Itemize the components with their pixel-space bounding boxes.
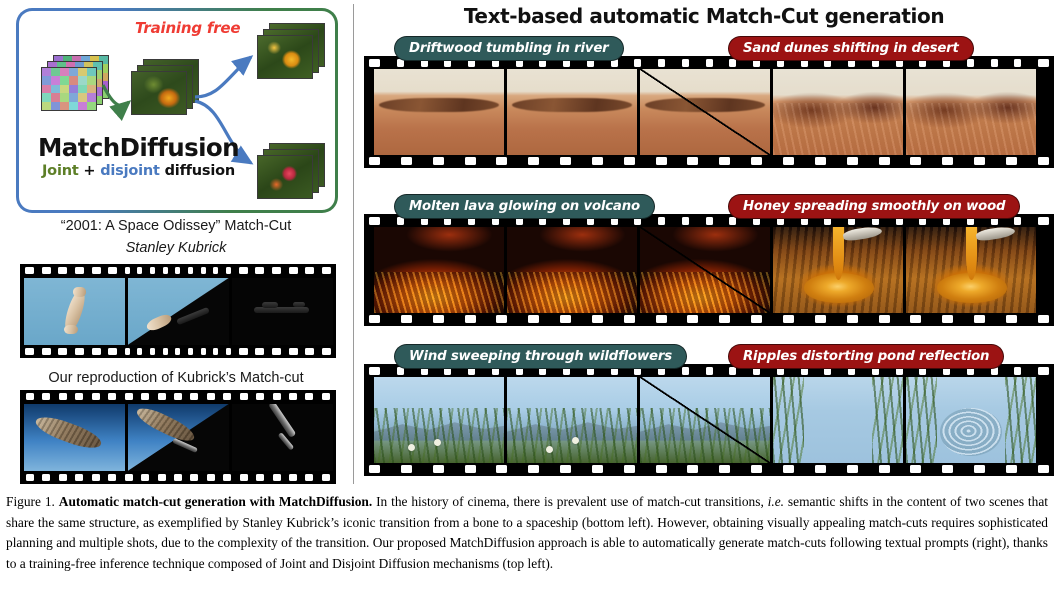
reproduction-label: Our reproduction of Kubrick’s Match-cut: [48, 370, 304, 386]
perf-bottom-r3: [364, 465, 1054, 473]
frame-r1-c2: [507, 69, 637, 155]
bone-knob-bottom: [64, 324, 78, 335]
frame-r2-c1: [374, 227, 504, 313]
plus-sign: +: [78, 163, 101, 179]
filmstrip-row-2: [364, 214, 1054, 326]
method-overview-box: Training free MatchDiffusion Joint + dis…: [16, 8, 338, 213]
prompt-pill-left-2: Molten lava glowing on volcano: [394, 194, 655, 219]
frame-r3-c4: [773, 377, 903, 463]
frame-r2-c3-transition: [640, 227, 770, 313]
figure-caption: Figure 1. Automatic match-cut generation…: [6, 492, 1048, 574]
frame-r1-c5: [906, 69, 1036, 155]
prompt-pill-left-1: Driftwood tumbling in river: [394, 36, 624, 61]
brand-name: MatchDiffusion: [38, 133, 240, 162]
frame-r2-c4: [773, 227, 903, 313]
frames-row-1: [374, 69, 1036, 155]
caption-figure-number: Figure 1.: [6, 494, 55, 509]
perf-bottom-r2: [364, 315, 1054, 323]
prompt-pill-right-1: Sand dunes shifting in desert: [728, 36, 974, 61]
match-cut-row-3: Wind sweeping through wildflowers Ripple…: [364, 344, 1054, 484]
reproduction-filmstrip: [20, 390, 336, 484]
spaceship-shape: [254, 307, 309, 313]
kubrick-title: “2001: A Space Odissey” Match-Cut: [60, 218, 292, 234]
frame-r3-c5: [906, 377, 1036, 463]
filmstrip-row-3: [364, 364, 1054, 476]
spaceship-fin: [262, 302, 279, 309]
output-video-stack-top: [257, 23, 327, 83]
diffusion-word: diffusion: [159, 163, 236, 179]
perf-bottom-r1: [364, 157, 1054, 165]
brand-subtitle: Joint + disjoint diffusion: [31, 163, 246, 179]
figure-area: Training free MatchDiffusion Joint + dis…: [0, 0, 1054, 488]
frame-log: [24, 404, 125, 471]
disjoint-word: disjoint: [100, 163, 160, 179]
prompt-pill-right-2: Honey spreading smoothly on wood: [728, 194, 1021, 219]
frames-row-2: [374, 227, 1036, 313]
caption-italic-ie: i.e.: [767, 494, 785, 509]
noise-grid-front: [42, 68, 96, 110]
method-overview-inner: Training free MatchDiffusion Joint + dis…: [19, 11, 335, 210]
training-free-label: Training free: [135, 19, 241, 37]
joint-word: Joint: [41, 163, 79, 179]
frame-r1-c1: [374, 69, 504, 155]
kubrick-filmstrip: [20, 264, 336, 358]
perforations-bottom-2: [20, 474, 336, 481]
frame-r1-c3-transition: [640, 69, 770, 155]
frame-r2-c5: [906, 227, 1036, 313]
frame-bone: [24, 278, 125, 345]
frame-log-transition: [128, 404, 229, 471]
match-cut-row-2: Molten lava glowing on volcano Honey spr…: [364, 194, 1054, 334]
perforations-top-2: [20, 393, 336, 400]
prompt-pill-left-3: Wind sweeping through wildflowers: [394, 344, 687, 369]
joint-video-stack: [131, 59, 201, 119]
kubrick-frames: [24, 278, 333, 345]
right-column: Text-based automatic Match-Cut generatio…: [354, 0, 1054, 488]
prompt-pill-right-3: Ripples distorting pond reflection: [728, 344, 1005, 369]
right-panel-title: Text-based automatic Match-Cut generatio…: [463, 4, 945, 28]
frame-bone-transition: [128, 278, 229, 345]
perforations-bottom: [20, 348, 336, 355]
spaceship-tail: [292, 302, 305, 308]
frame-r3-c1: [374, 377, 504, 463]
frame-r1-c4: [773, 69, 903, 155]
transition-diagonal-r1: [640, 69, 770, 155]
perforations-top: [20, 267, 336, 274]
transition-diagonal-r2: [640, 227, 770, 313]
frame-r2-c2: [507, 227, 637, 313]
frames-row-3: [374, 377, 1036, 463]
caption-text-1: In the history of cinema, there is preva…: [372, 494, 768, 509]
frame-spaceship: [232, 278, 333, 345]
transition-shade: [128, 278, 229, 345]
reproduction-frames: [24, 404, 333, 471]
caption-bold-lead: Automatic match-cut generation with Matc…: [58, 494, 373, 509]
frame-r3-c2: [507, 377, 637, 463]
match-cut-row-1: Driftwood tumbling in river Sand dunes s…: [364, 36, 1054, 176]
log-shape: [32, 411, 104, 453]
frame-spaceship-2: [232, 404, 333, 471]
filmstrip-row-1: [364, 56, 1054, 168]
transition-diagonal-r3: [640, 377, 770, 463]
bone-knob-top: [73, 287, 86, 297]
kubrick-author: Stanley Kubrick: [125, 240, 227, 256]
left-column: Training free MatchDiffusion Joint + dis…: [0, 0, 352, 488]
frame-r3-c3-transition: [640, 377, 770, 463]
output-video-stack-bottom: [257, 143, 327, 203]
noise-latent-stack: [41, 55, 111, 115]
